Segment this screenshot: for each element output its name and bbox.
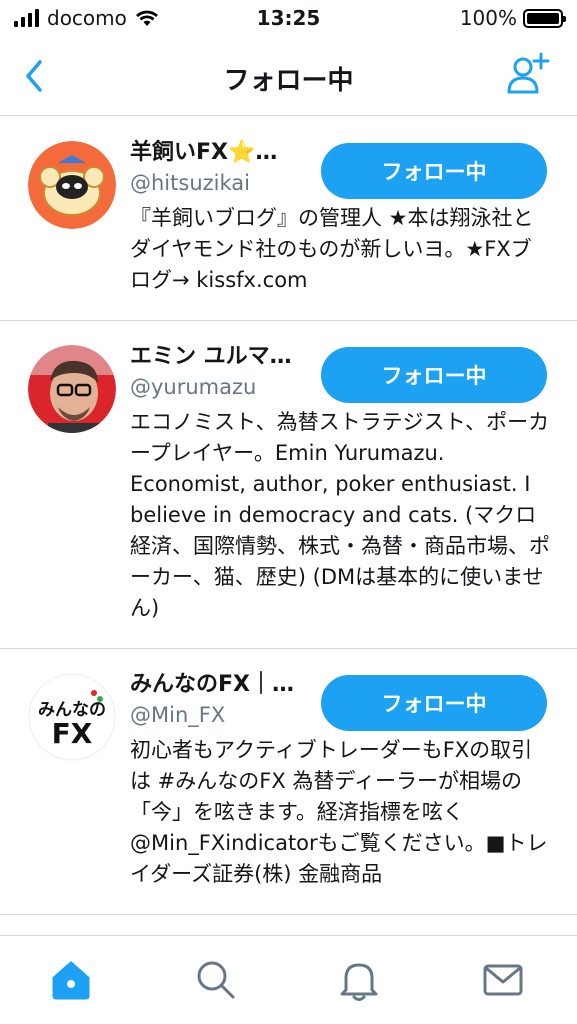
following-button[interactable]: フォロー中	[321, 675, 547, 731]
tab-bar	[0, 935, 577, 1024]
avatar[interactable]	[28, 141, 116, 229]
following-button[interactable]: フォロー中	[321, 347, 547, 403]
nav-bar: フォロー中	[0, 40, 577, 116]
user-bio: エコノミスト、為替ストラテジスト、ポーカープレイヤー。Emin Yurumazu…	[130, 410, 550, 620]
status-right: 100%	[459, 6, 566, 30]
page-title: フォロー中	[223, 66, 354, 96]
user-bio: 『羊飼いブログ』の管理人 ★本は翔泳社とダイヤモンド社のものが新しいヨ。★FXブ…	[130, 206, 534, 292]
list-item[interactable]: エミン ユルマ… @yurumazu エコノミスト、為替ストラテジスト、ポーカー…	[0, 321, 577, 649]
tab-home[interactable]	[46, 954, 96, 1004]
mail-icon	[483, 964, 523, 996]
add-user-icon[interactable]	[505, 50, 553, 98]
tab-notifications[interactable]	[334, 954, 384, 1004]
user-name: 羊飼いFX⭐…	[130, 140, 278, 165]
list-item[interactable]: みんなの FX みんなのFX｜… @Min_FX 初心者もアクティブトレーダーも…	[0, 649, 577, 915]
avatar[interactable]: みんなの FX	[28, 673, 116, 761]
user-bio: 初心者もアクティブトレーダーもFXの取引は #みんなのFX 為替ディーラーが相場…	[130, 738, 548, 886]
tab-messages[interactable]	[478, 954, 528, 1004]
home-icon	[52, 961, 90, 1000]
user-name: みんなのFX｜…	[130, 672, 294, 697]
user-name: エミン ユルマ…	[130, 344, 292, 369]
status-bar: docomo 13:25 100%	[0, 0, 577, 40]
tab-search[interactable]	[190, 954, 240, 1004]
search-icon	[197, 961, 235, 999]
list-item[interactable]: 羊飼いFX⭐… @hitsuzikai 『羊飼いブログ』の管理人 ★本は翔泳社と…	[0, 117, 577, 321]
battery-percent: 100%	[459, 6, 517, 30]
following-list[interactable]: 羊飼いFX⭐… @hitsuzikai 『羊飼いブログ』の管理人 ★本は翔泳社と…	[0, 117, 577, 935]
avatar-logo-bottom: FX	[52, 717, 93, 750]
following-button[interactable]: フォロー中	[321, 143, 547, 199]
battery-icon	[523, 8, 566, 28]
avatar[interactable]	[28, 345, 116, 433]
bell-icon	[340, 963, 378, 1001]
